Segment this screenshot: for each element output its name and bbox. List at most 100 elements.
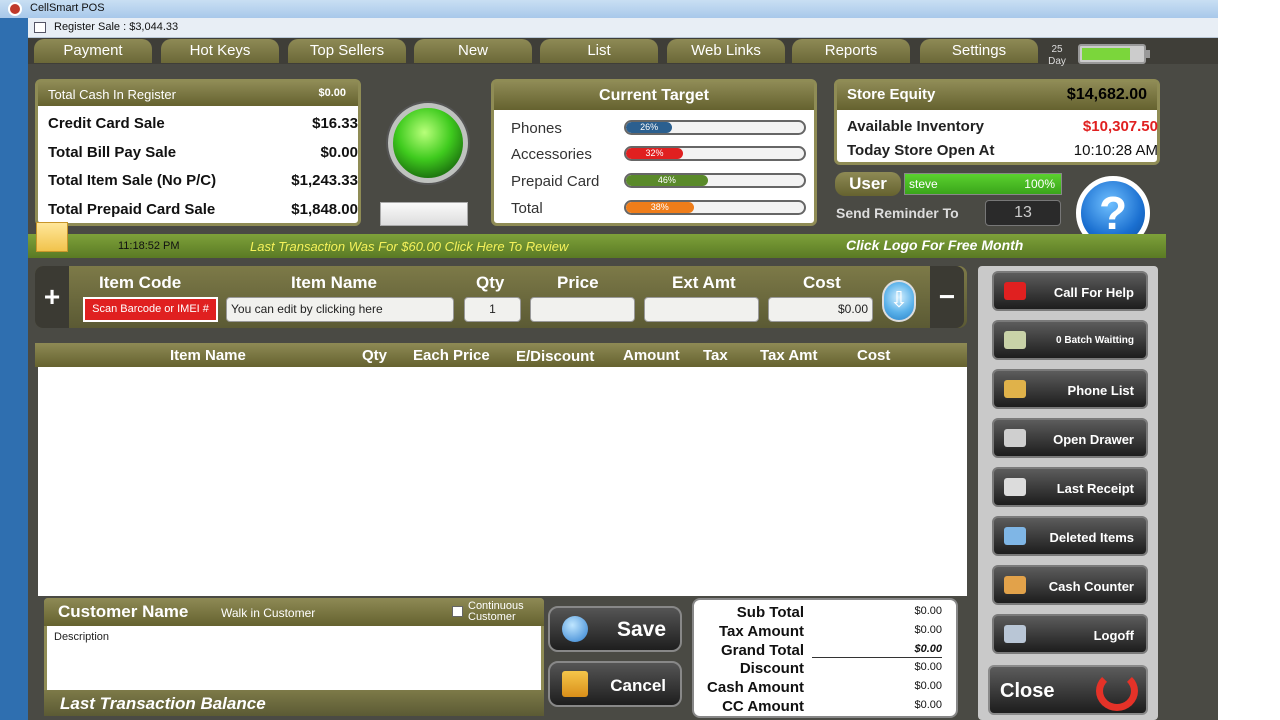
cash-row-prepaid: Total Prepaid Card Sale $1,848.00 [48,201,358,218]
menu-payment[interactable]: Payment [34,39,152,63]
cost-input[interactable]: $0.00 [768,297,873,322]
target-fill: 46% [626,175,708,186]
reminder-label: Send Reminder To [836,205,959,221]
equity-label: Store Equity [847,86,936,103]
user-bar: steve 100% [904,173,1062,195]
target-bar-accessories: 32% [624,146,806,161]
header-ext-amt: Ext Amt [672,273,736,292]
cash-row-value: $0.00 [320,144,358,161]
day-counter: 25 Day [1044,44,1070,68]
app-logo-icon [8,2,22,16]
battery-icon [1078,44,1150,64]
status-light-icon[interactable] [388,103,468,183]
day-count: 25 [1051,44,1063,55]
header-item-code: Item Code [99,273,182,292]
cash-row-value: $16.33 [312,115,358,132]
total-value: $0.00 [914,605,942,617]
continuous-customer-checkbox[interactable] [452,606,463,617]
col-item-name[interactable]: Item Name [170,347,246,364]
battery-fill [1082,48,1130,60]
total-label: Cash Amount [707,679,804,696]
target-label-phones: Phones [511,120,562,137]
logoff-button[interactable]: Logoff [992,614,1148,654]
col-cost[interactable]: Cost [857,347,890,364]
total-label: Sub Total [736,604,804,621]
cash-counter-button[interactable]: Cash Counter [992,565,1148,605]
sidebar-label: Open Drawer [1053,432,1134,447]
cancel-label: Cancel [610,676,666,695]
menu-settings[interactable]: Settings [920,39,1038,63]
col-amount[interactable]: Amount [623,347,680,364]
cash-header-label: Total Cash In Register [48,87,176,102]
deleted-items-button[interactable]: Deleted Items [992,516,1148,556]
continuous-customer-label: Continuous Customer [468,600,524,623]
menu-reports[interactable]: Reports [792,39,910,63]
blank-button[interactable] [380,202,468,226]
cancel-button[interactable]: Cancel [548,661,682,707]
cash-drawer-icon[interactable] [36,222,68,252]
customer-name[interactable]: Walk in Customer [221,606,315,620]
col-each-price[interactable]: Each Price [413,347,490,364]
sidebar-label: Call For Help [1053,285,1134,300]
target-label-total: Total [511,200,543,217]
col-tax[interactable]: Tax [703,347,728,364]
col-e-discount[interactable]: E/Discount [516,348,594,365]
free-month-link[interactable]: Click Logo For Free Month [846,237,1023,253]
save-button[interactable]: Save [548,606,682,652]
save-icon [562,616,588,642]
batch-waiting-button[interactable]: 0 Batch Waitting [992,320,1148,360]
header-cost: Cost [803,273,841,292]
battery-nub [1145,50,1150,58]
target-fill: 32% [626,148,683,159]
close-button[interactable]: Close [988,665,1148,715]
open-drawer-button[interactable]: Open Drawer [992,418,1148,458]
customer-title: Customer Name [58,602,189,621]
total-value: $0.00 [914,624,942,636]
menu-hot-keys[interactable]: Hot Keys [161,39,279,63]
cash-row-label: Total Prepaid Card Sale [48,201,216,218]
menu-new[interactable]: New [414,39,532,63]
items-grid[interactable] [38,367,967,596]
cash-row-value: $1,848.00 [291,201,358,218]
desktop-left-strip [0,18,28,720]
item-name-input[interactable]: You can edit by clicking here [226,297,454,322]
cash-row-credit: Credit Card Sale $16.33 [48,115,358,132]
title-bar: CellSmart POS [0,0,1218,18]
total-value: $0.00 [914,699,942,711]
add-item-button[interactable]: + [35,266,69,328]
qty-input[interactable]: 1 [464,297,521,322]
equity-row-value: 10:10:28 AM [1073,142,1158,159]
equity-value: $14,682.00 [1066,86,1147,103]
equity-header: Store Equity $14,682.00 [837,82,1157,110]
col-qty[interactable]: Qty [362,347,387,364]
menu-web-links[interactable]: Web Links [667,39,785,63]
close-label: Close [1000,680,1055,702]
scan-barcode-input[interactable]: Scan Barcode or IMEI # [83,297,218,322]
cash-panel: Total Cash In Register $0.00 Credit Card… [35,79,361,226]
sidebar-label: Phone List [1067,383,1134,398]
remove-item-button[interactable]: − [930,266,964,328]
cash-header: Total Cash In Register $0.00 [38,82,358,106]
arrow-down-icon[interactable]: ⇩ [882,280,916,322]
call-for-help-button[interactable]: Call For Help [992,271,1148,311]
phone-list-icon [1004,380,1026,398]
reminder-value[interactable]: 13 [985,200,1061,226]
total-label: Discount [739,660,804,677]
target-bar-phones: 26% [624,120,806,135]
phone-list-button[interactable]: Phone List [992,369,1148,409]
desktop-right-strip [1218,0,1280,720]
total-value: $0.00 [914,661,942,673]
power-icon [1096,671,1138,711]
last-receipt-button[interactable]: Last Receipt [992,467,1148,507]
target-title: Current Target [494,82,814,110]
ext-amt-input[interactable] [644,297,759,322]
col-tax-amt[interactable]: Tax Amt [760,347,818,364]
last-transaction-link[interactable]: Last Transaction Was For $60.00 Click He… [250,239,568,254]
menu-list[interactable]: List [540,39,658,63]
document-tab[interactable]: Register Sale : $3,044.33 [28,18,1218,38]
key-icon [1004,625,1026,643]
cash-row-item: Total Item Sale (No P/C) $1,243.33 [48,172,358,189]
menu-top-sellers[interactable]: Top Sellers [288,39,406,63]
clock: 11:18:52 PM [118,240,180,252]
price-input[interactable] [530,297,635,322]
